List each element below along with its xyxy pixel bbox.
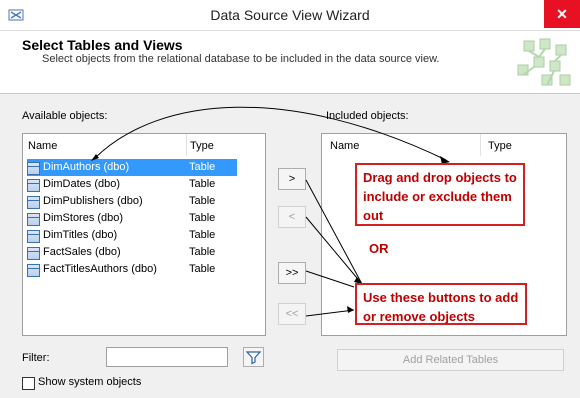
annotation-drag-drop: Drag and drop objects to include or excl… [355,163,525,226]
list-item[interactable]: FactTitlesAuthors (dbo) Table [27,261,237,278]
show-system-objects-label: Show system objects [38,376,142,388]
column-header-type[interactable]: Type [190,140,214,152]
title-bar: Data Source View Wizard ✕ [0,0,580,31]
wizard-graphic-icon [517,38,571,86]
wizard-header: Select Tables and Views Select objects f… [0,31,580,94]
show-system-objects-checkbox[interactable] [22,377,35,390]
filter-input[interactable] [106,347,228,367]
table-icon [27,230,40,243]
list-item[interactable]: DimAuthors (dbo) Table [27,159,237,176]
remove-button[interactable]: < [278,206,306,228]
column-header-name[interactable]: Name [330,140,359,152]
table-icon [27,264,40,277]
list-item[interactable]: DimStores (dbo) Table [27,210,237,227]
available-objects-label: Available objects: [22,110,108,122]
table-icon [27,247,40,260]
table-icon [27,196,40,209]
table-icon [27,213,40,226]
column-divider [480,134,481,156]
column-header-name[interactable]: Name [28,140,57,152]
window-title: Data Source View Wizard [210,7,370,23]
close-button[interactable]: ✕ [544,0,580,28]
page-title: Select Tables and Views [22,37,183,53]
available-objects-list[interactable]: Name Type DimAuthors (dbo) Table DimDate… [22,133,266,336]
remove-all-button[interactable]: << [278,303,306,325]
filter-label: Filter: [22,352,50,364]
column-divider [186,134,187,156]
table-icon [27,162,40,175]
filter-funnel-icon [245,351,262,365]
included-objects-label: Included objects: [326,110,409,122]
page-subtitle: Select objects from the relational datab… [42,53,440,65]
list-item[interactable]: DimPublishers (dbo) Table [27,193,237,210]
filter-button[interactable] [243,347,264,367]
list-item[interactable]: FactSales (dbo) Table [27,244,237,261]
list-item[interactable]: DimDates (dbo) Table [27,176,237,193]
add-all-button[interactable]: >> [278,262,306,284]
table-icon [27,179,40,192]
list-item[interactable]: DimTitles (dbo) Table [27,227,237,244]
annotation-or: OR [369,241,389,256]
add-related-tables-button[interactable]: Add Related Tables [337,349,564,371]
column-header-type[interactable]: Type [488,140,512,152]
add-button[interactable]: > [278,168,306,190]
annotation-buttons: Use these buttons to add or remove objec… [355,283,527,325]
